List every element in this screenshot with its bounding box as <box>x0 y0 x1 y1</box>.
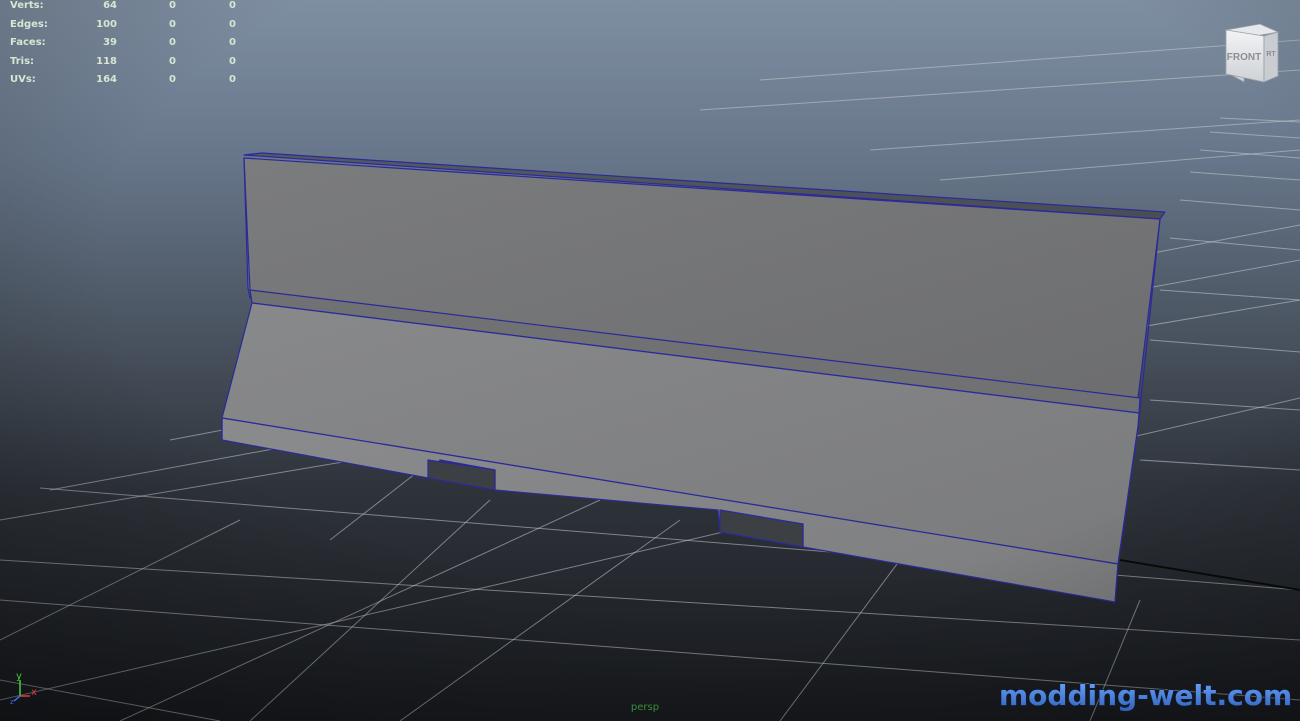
camera-name-label: persp <box>630 702 660 713</box>
axis-x-label: x <box>31 687 37 698</box>
hud-value: 0 <box>169 74 176 85</box>
hud-row-uvs: UVs: 164 0 0 <box>0 74 260 93</box>
hud-value: 0 <box>229 18 236 30</box>
hud-value: 0 <box>229 55 236 67</box>
perspective-viewport[interactable]: Verts: 64 0 0 Edges: 100 0 0 Faces: 39 0… <box>0 0 1300 721</box>
viewport-vignette <box>0 0 1300 721</box>
axis-y-label: y <box>16 671 22 682</box>
hud-row-edges: Edges: 100 0 0 <box>0 19 260 38</box>
hud-value: 0 <box>169 18 176 30</box>
hud-value: 0 <box>229 37 236 48</box>
hud-value: 118 <box>96 55 117 67</box>
hud-row-tris: Tris: 118 0 0 <box>0 56 260 75</box>
hud-label: Faces: <box>10 37 46 48</box>
watermark-text: modding-welt.com <box>999 679 1292 712</box>
hud-value: 0 <box>169 37 176 48</box>
scene-canvas[interactable] <box>0 0 1300 721</box>
hud-label: UVs: <box>10 74 36 85</box>
hud-value: 0 <box>229 74 236 85</box>
watermark-logo: modding-welt.com <box>998 678 1292 712</box>
hud-row-faces: Faces: 39 0 0 <box>0 37 260 56</box>
hud-label: Edges: <box>10 18 48 30</box>
hud-value: 0 <box>229 0 236 11</box>
hud-value: 64 <box>103 0 117 11</box>
axis-gizmo: y x z <box>10 671 37 704</box>
hud-label: Verts: <box>10 0 44 11</box>
view-cube-side-label: RT <box>1266 51 1276 58</box>
hud-value: 0 <box>169 55 176 67</box>
hud-label: Tris: <box>10 55 35 67</box>
axis-z-line <box>13 695 21 702</box>
hud-value: 100 <box>96 18 117 30</box>
axis-z-label: z <box>10 698 14 704</box>
hud-value: 0 <box>169 0 176 11</box>
hud-row-verts: Verts: 64 0 0 <box>0 0 260 19</box>
hud-value: 39 <box>103 37 117 48</box>
poly-count-hud: Verts: 64 0 0 Edges: 100 0 0 Faces: 39 0… <box>0 0 260 93</box>
hud-value: 164 <box>96 74 117 85</box>
view-cube-front-label: FRONT <box>1227 52 1261 63</box>
view-cube[interactable]: FRONT RT <box>1220 22 1284 86</box>
